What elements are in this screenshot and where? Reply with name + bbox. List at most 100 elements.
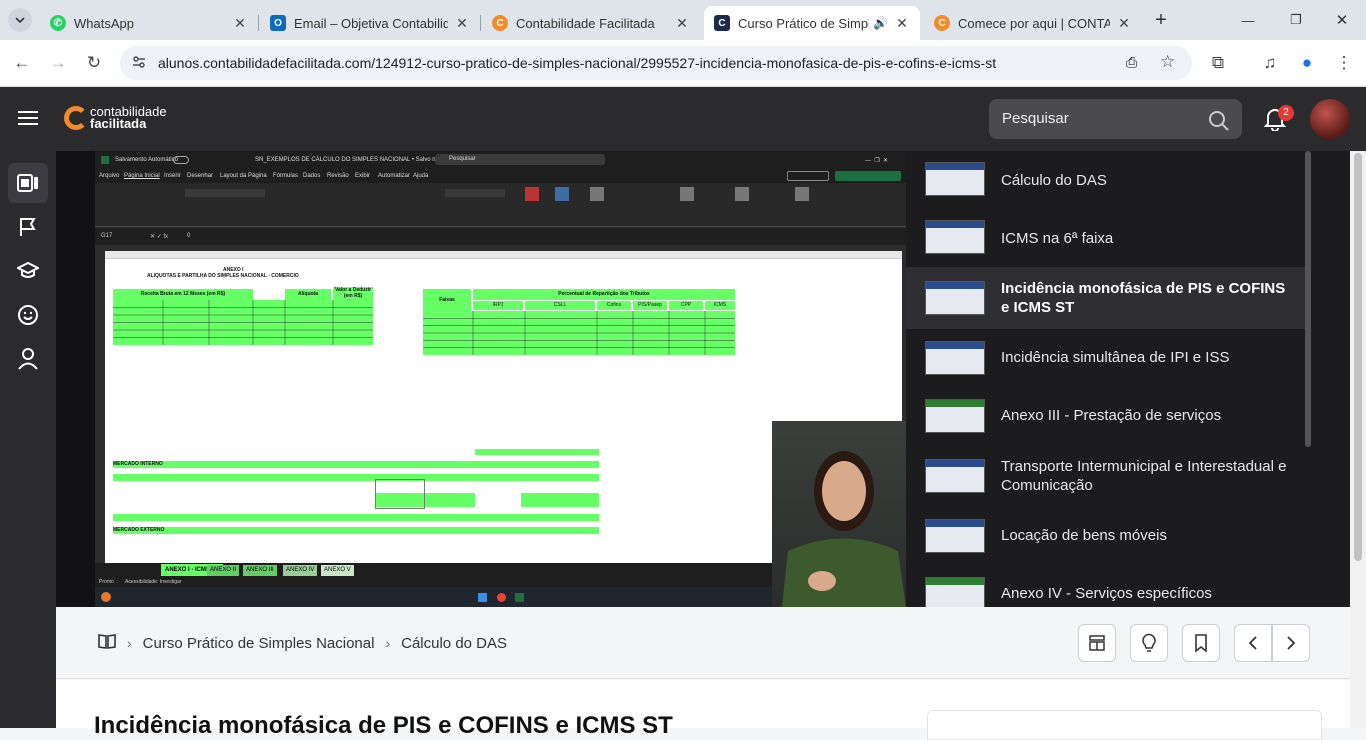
cf-logo-icon: C bbox=[492, 15, 508, 31]
lesson-thumbnail bbox=[925, 220, 985, 254]
smiley-icon[interactable] bbox=[8, 295, 48, 335]
playlist-item[interactable]: Transporte Intermunicipal e Interestadua… bbox=[906, 445, 1306, 507]
tab-whatsapp[interactable]: ✆ WhatsApp ✕ bbox=[40, 6, 259, 40]
whatsapp-icon: ✆ bbox=[50, 15, 66, 31]
reload-icon[interactable]: ↻ bbox=[81, 50, 107, 76]
breadcrumb-lesson[interactable]: Cálculo do DAS bbox=[401, 635, 507, 652]
breadcrumb-course[interactable]: Curso Prático de Simples Nacional bbox=[143, 635, 375, 652]
tab-curso[interactable]: C Curso Prático de Simples Nacional 🔊 ✕ bbox=[704, 6, 920, 40]
lesson-thumbnail bbox=[925, 519, 985, 553]
playlist-scrollbar[interactable] bbox=[1305, 151, 1311, 447]
extensions-icon[interactable]: ⧉ bbox=[1205, 50, 1231, 76]
lesson-thumbnail bbox=[925, 341, 985, 375]
playlist-item[interactable]: Anexo IV - Serviços específicos bbox=[906, 565, 1306, 607]
tab-title: Contabilidade Facilitada bbox=[516, 15, 655, 31]
playlist-item[interactable]: Anexo III - Prestação de serviços bbox=[906, 387, 1306, 445]
excel-search: Pesquisar bbox=[435, 154, 605, 165]
close-tab-icon[interactable]: ✕ bbox=[232, 15, 248, 32]
next-lesson-button[interactable] bbox=[1272, 624, 1310, 662]
profile-icon[interactable]: ● bbox=[1294, 50, 1320, 76]
lesson-playlist: Cálculo do DAS ICMS na 6ª faixa Incidênc… bbox=[906, 151, 1366, 607]
video-player[interactable]: Salvamento Automático SN_EXEMPLOS DE CÁL… bbox=[56, 151, 906, 607]
page-scrollbar[interactable] bbox=[1350, 151, 1366, 728]
chrome-menu-icon[interactable]: ⋮ bbox=[1331, 50, 1357, 76]
presenter-webcam bbox=[772, 421, 906, 607]
lesson-title: Incidência monofásica de PIS e COFINS e … bbox=[94, 712, 673, 739]
chevron-left-icon bbox=[1248, 636, 1257, 650]
close-tab-icon[interactable]: ✕ bbox=[1116, 15, 1132, 32]
install-app-icon[interactable]: ⎙ bbox=[1126, 54, 1137, 71]
chevron-right-icon bbox=[1287, 636, 1296, 650]
lesson-thumbnail bbox=[925, 399, 985, 433]
cf-logo-icon: C bbox=[934, 15, 950, 31]
notification-badge: 2 bbox=[1278, 105, 1294, 121]
graduation-cap-icon[interactable] bbox=[8, 251, 48, 291]
layout-icon bbox=[1089, 635, 1105, 651]
lesson-thumbnail bbox=[925, 162, 985, 196]
new-tab-icon[interactable]: + bbox=[1149, 8, 1173, 32]
excel-formula-bar: G17 ✕ ✓ fx 0 bbox=[95, 228, 906, 245]
lesson-thumbnail bbox=[925, 459, 985, 493]
user-icon[interactable] bbox=[8, 339, 48, 379]
playlist-item-title: Anexo III - Prestação de serviços bbox=[1001, 407, 1222, 424]
tab-comece[interactable]: C Comece por aqui | CONTABILIDADE ✕ bbox=[924, 6, 1142, 40]
playlist-item-title: ICMS na 6ª faixa bbox=[1001, 230, 1114, 247]
playlist-item-active[interactable]: Incidência monofásica de PIS e COFINS e … bbox=[906, 267, 1306, 329]
playlist-item[interactable]: Incidência simultânea de IPI e ISS bbox=[906, 329, 1306, 387]
media-control-icon[interactable]: ♫ bbox=[1257, 50, 1283, 76]
minimize-icon[interactable]: — bbox=[1236, 8, 1260, 32]
tab-email[interactable]: O Email – Objetiva Contabilidade ✕ bbox=[260, 6, 481, 40]
layout-toggle-button[interactable] bbox=[1078, 624, 1116, 662]
close-window-icon[interactable]: ✕ bbox=[1330, 8, 1354, 32]
playlist-item-title: Locação de bens móveis bbox=[1001, 527, 1167, 544]
tab-title: Comece por aqui | CONTABILIDADE bbox=[958, 15, 1110, 31]
playlist-item[interactable]: Locação de bens móveis bbox=[906, 507, 1306, 565]
close-tab-icon[interactable]: ✕ bbox=[454, 15, 470, 32]
tab-title: WhatsApp bbox=[74, 15, 134, 31]
lightbulb-icon bbox=[1142, 633, 1156, 652]
chevron-right-icon: › bbox=[385, 635, 391, 651]
logo[interactable]: contabilidade facilitada bbox=[64, 105, 167, 131]
tab-title: Email – Objetiva Contabilidade bbox=[294, 15, 448, 31]
playlist-item-title: Transporte Intermunicipal e Interestadua… bbox=[1001, 458, 1287, 494]
autosave-toggle bbox=[173, 156, 189, 164]
previous-lesson-button[interactable] bbox=[1234, 624, 1272, 662]
close-tab-icon[interactable]: ✕ bbox=[894, 15, 910, 32]
sheet-subtitle: ALÍQUOTAS E PARTILHA DO SIMPLES NACIONAL… bbox=[147, 273, 299, 279]
lessons-icon[interactable] bbox=[8, 163, 48, 203]
lesson-nav-bar: › Curso Prático de Simples Nacional › Cá… bbox=[56, 607, 1350, 679]
tab-contabilidade[interactable]: C Contabilidade Facilitada ✕ bbox=[482, 6, 700, 40]
playlist-item-title: Incidência simultânea de IPI e ISS bbox=[1001, 349, 1230, 366]
forward-icon[interactable]: → bbox=[45, 50, 71, 76]
search-input[interactable]: Pesquisar bbox=[989, 99, 1242, 139]
book-icon[interactable] bbox=[98, 633, 116, 653]
avatar[interactable] bbox=[1310, 99, 1350, 139]
bookmark-button[interactable] bbox=[1182, 624, 1220, 662]
flag-icon[interactable] bbox=[8, 207, 48, 247]
site-info-icon[interactable] bbox=[131, 54, 147, 75]
outlook-icon: O bbox=[270, 15, 286, 31]
playlist-item[interactable]: ICMS na 6ª faixa bbox=[906, 209, 1306, 267]
bookmark-icon bbox=[1195, 634, 1207, 652]
playlist-item[interactable]: Cálculo do DAS bbox=[906, 151, 1306, 209]
search-icon[interactable] bbox=[1208, 108, 1230, 148]
playlist-item-title: Incidência monofásica de PIS e COFINS e … bbox=[1001, 280, 1286, 316]
close-tab-icon[interactable]: ✕ bbox=[674, 15, 690, 32]
back-icon[interactable]: ← bbox=[9, 50, 35, 76]
speaker-icon[interactable]: 🔊 bbox=[873, 16, 888, 30]
app-header: contabilidade facilitada Pesquisar bbox=[0, 87, 1366, 151]
excel-ribbon bbox=[95, 183, 906, 227]
excel-doc-title: SN_EXEMPLOS DE CÁLCULO DO SIMPLES NACION… bbox=[255, 157, 457, 163]
hamburger-menu-icon[interactable] bbox=[18, 110, 38, 131]
tab-search-icon[interactable] bbox=[8, 8, 32, 32]
bookmark-star-icon[interactable]: ☆ bbox=[1160, 52, 1175, 72]
address-bar[interactable]: alunos.contabilidadefacilitada.com/12491… bbox=[120, 46, 1192, 80]
logo-line2: facilitada bbox=[90, 116, 147, 131]
playlist-item-title: Anexo IV - Serviços específicos bbox=[1001, 585, 1212, 602]
lightbulb-button[interactable] bbox=[1130, 624, 1168, 662]
logo-mark-icon bbox=[64, 106, 88, 130]
browser-toolbar: ← → ↻ alunos.contabilidadefacilitada.com… bbox=[0, 40, 1366, 87]
left-nav bbox=[0, 151, 56, 728]
lesson-content: Incidência monofásica de PIS e COFINS e … bbox=[56, 680, 1350, 740]
restore-icon[interactable]: ❐ bbox=[1284, 8, 1308, 32]
